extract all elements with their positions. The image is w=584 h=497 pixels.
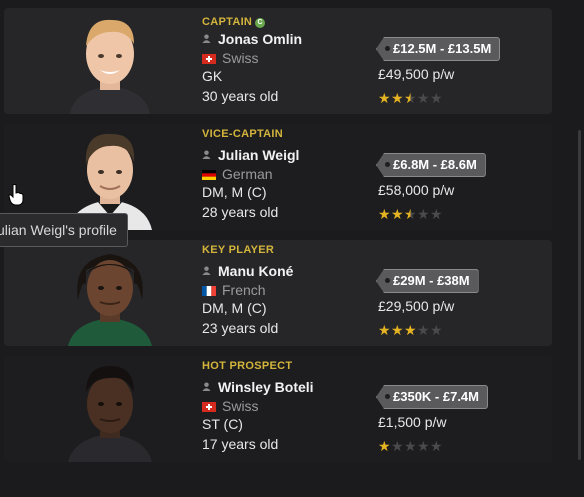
player-row-key-player[interactable]: KEY PLAYER Manu Koné French DM, M (C) 23… bbox=[4, 240, 552, 346]
star-icon: ★ bbox=[391, 206, 405, 222]
star-icon: ★ bbox=[404, 206, 418, 222]
player-nationality[interactable]: Swiss bbox=[202, 398, 259, 414]
player-position: GK bbox=[202, 68, 223, 84]
captain-badge-icon: C bbox=[255, 18, 266, 28]
transfer-value-tag: £12.5M - £13.5M bbox=[376, 37, 501, 61]
star-icon: ★ bbox=[430, 322, 444, 338]
player-wage: £49,500 p/w bbox=[378, 66, 455, 82]
player-position: DM, M (C) bbox=[202, 184, 267, 200]
star-rating: ★★★★★ bbox=[378, 438, 443, 455]
star-icon: ★ bbox=[430, 90, 444, 106]
player-nationality[interactable]: French bbox=[202, 282, 266, 298]
star-icon: ★ bbox=[391, 90, 405, 106]
player-name-link[interactable]: Manu Koné bbox=[202, 263, 293, 279]
player-nationality[interactable]: German bbox=[202, 166, 273, 182]
person-icon bbox=[202, 150, 211, 159]
star-icon: ★ bbox=[378, 206, 392, 222]
player-profile-tooltip: ulian Weigl's profile bbox=[0, 213, 128, 247]
star-rating: ★★★★★ bbox=[378, 90, 443, 107]
player-wage: £29,500 p/w bbox=[378, 298, 455, 314]
player-age: 17 years old bbox=[202, 436, 279, 452]
star-icon: ★ bbox=[430, 206, 444, 222]
star-rating: ★★★★★ bbox=[378, 206, 443, 223]
player-role-label: CAPTAIN C bbox=[202, 16, 266, 28]
player-row-hot-prospect[interactable]: HOT PROSPECT Winsley Boteli Swiss ST (C)… bbox=[4, 356, 552, 462]
player-position: ST (C) bbox=[202, 416, 243, 432]
player-age: 28 years old bbox=[202, 204, 279, 220]
player-role-label: HOT PROSPECT bbox=[202, 360, 293, 372]
scrollbar-thumb[interactable] bbox=[578, 130, 581, 460]
player-name-link[interactable]: Jonas Omlin bbox=[202, 31, 302, 47]
person-icon bbox=[202, 266, 211, 275]
player-nationality[interactable]: Swiss bbox=[202, 50, 259, 66]
star-icon: ★ bbox=[378, 438, 392, 454]
player-role-label: KEY PLAYER bbox=[202, 244, 275, 256]
player-photo[interactable] bbox=[64, 356, 156, 462]
star-icon: ★ bbox=[417, 206, 431, 222]
switzerland-flag-icon bbox=[202, 402, 216, 412]
player-wage: £58,000 p/w bbox=[378, 182, 455, 198]
france-flag-icon bbox=[202, 286, 216, 296]
player-photo[interactable] bbox=[64, 240, 156, 346]
star-rating: ★★★★★ bbox=[378, 322, 443, 339]
squad-key-players-panel: CAPTAIN C Jonas Omlin Swiss GK 30 years o… bbox=[0, 0, 584, 497]
player-row-captain[interactable]: CAPTAIN C Jonas Omlin Swiss GK 30 years o… bbox=[4, 8, 552, 114]
player-age: 23 years old bbox=[202, 320, 279, 336]
player-photo[interactable] bbox=[64, 8, 156, 114]
star-icon: ★ bbox=[404, 438, 418, 454]
star-icon: ★ bbox=[404, 90, 418, 106]
star-icon: ★ bbox=[417, 90, 431, 106]
transfer-value-tag: £29M - £38M bbox=[376, 269, 479, 293]
star-icon: ★ bbox=[430, 438, 444, 454]
star-icon: ★ bbox=[417, 438, 431, 454]
star-icon: ★ bbox=[417, 322, 431, 338]
transfer-value-tag: £6.8M - £8.6M bbox=[376, 153, 486, 177]
player-name-link[interactable]: Julian Weigl bbox=[202, 147, 299, 163]
player-wage: £1,500 p/w bbox=[378, 414, 447, 430]
player-role-label: VICE-CAPTAIN bbox=[202, 128, 284, 140]
person-icon bbox=[202, 34, 211, 43]
star-icon: ★ bbox=[404, 322, 418, 338]
star-icon: ★ bbox=[391, 438, 405, 454]
player-position: DM, M (C) bbox=[202, 300, 267, 316]
switzerland-flag-icon bbox=[202, 54, 216, 64]
germany-flag-icon bbox=[202, 170, 216, 180]
star-icon: ★ bbox=[391, 322, 405, 338]
transfer-value-tag: £350K - £7.4M bbox=[376, 385, 488, 409]
star-icon: ★ bbox=[378, 322, 392, 338]
scrollbar[interactable] bbox=[576, 0, 584, 497]
player-age: 30 years old bbox=[202, 88, 279, 104]
person-icon bbox=[202, 382, 211, 391]
hand-cursor-icon bbox=[8, 184, 24, 206]
player-name-link[interactable]: Winsley Boteli bbox=[202, 379, 314, 395]
star-icon: ★ bbox=[378, 90, 392, 106]
